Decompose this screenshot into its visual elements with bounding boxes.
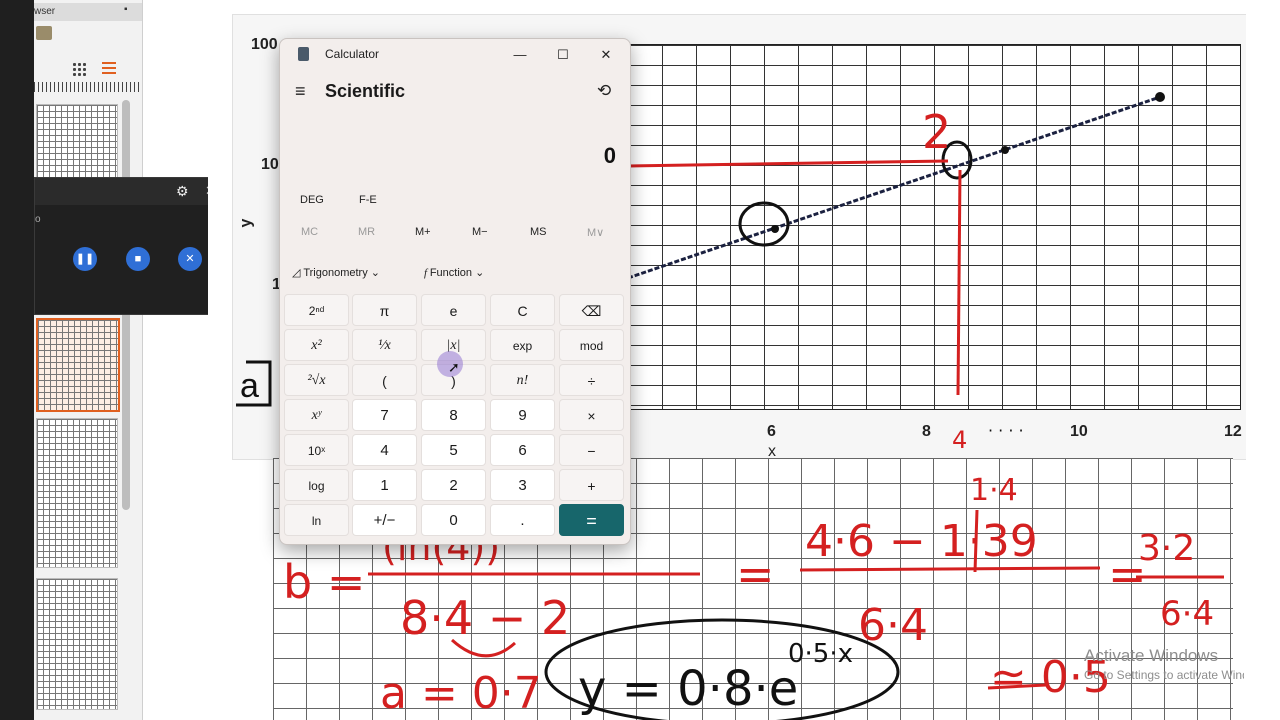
exp-key[interactable]: exp <box>490 329 555 361</box>
mark-4: 4 <box>952 426 967 454</box>
activate-windows-watermark: Activate Windows Go to Settings to activ… <box>1084 646 1244 682</box>
close-button[interactable]: ✕ <box>589 44 623 66</box>
memory-subtract-button[interactable]: M− <box>472 226 488 238</box>
second-function-key[interactable]: 2ⁿᵈ <box>284 294 349 326</box>
top-note: 1·4 <box>970 473 1018 508</box>
digit-0-key[interactable]: 0 <box>421 504 486 536</box>
history-icon[interactable]: ⟲ <box>597 81 611 101</box>
mouse-pointer-icon: ➚ <box>448 359 460 375</box>
fe-button[interactable]: F-E <box>359 194 377 206</box>
data-point-1 <box>771 225 779 233</box>
digit-4-key[interactable]: 4 <box>352 434 417 466</box>
clear-key[interactable]: C <box>490 294 555 326</box>
chevron-down-icon: ⌄ <box>370 267 380 279</box>
annotations-layer: a (ln(4)) 2 4 · · · · b = 8·4 − 2 = 4·6 … <box>236 92 1224 720</box>
fraction-bar-2 <box>799 566 1101 572</box>
function-label: Function <box>429 267 473 279</box>
backspace-key[interactable]: ⌫ <box>559 294 624 326</box>
subtract-key[interactable]: − <box>559 434 624 466</box>
digit-2-key[interactable]: 2 <box>421 469 486 501</box>
red-horizontal-guide <box>627 159 949 168</box>
mark-dots: · · · · <box>988 421 1024 440</box>
power-key[interactable]: xʸ <box>284 399 349 431</box>
b-label: b = <box>283 555 365 609</box>
denominator-2: 6·4 <box>858 600 928 651</box>
minimize-button[interactable]: — <box>503 44 537 66</box>
memory-recall-button[interactable]: MR <box>358 226 375 238</box>
denominator-3: 6·4 <box>1160 594 1214 634</box>
pi-key[interactable]: π <box>352 294 417 326</box>
ten-power-key[interactable]: 10ˣ <box>284 434 349 466</box>
chevron-down-icon: ⌄ <box>475 267 485 279</box>
square-key[interactable]: x² <box>284 329 349 361</box>
digit-7-key[interactable]: 7 <box>352 399 417 431</box>
red-vertical-guide <box>956 169 962 396</box>
angle-unit-button[interactable]: DEG <box>300 194 324 206</box>
memory-list-button[interactable]: M∨ <box>587 226 604 239</box>
menu-icon[interactable]: ≡ <box>295 81 306 102</box>
add-key[interactable]: + <box>559 469 624 501</box>
digit-3-key[interactable]: 3 <box>490 469 555 501</box>
trigonometry-dropdown[interactable]: ◿ Trigonometry ⌄ <box>292 266 380 279</box>
trigonometry-label: Trigonometry <box>303 267 368 279</box>
numerator-2: 4·6 − 1·39 <box>805 516 1038 567</box>
digit-8-key[interactable]: 8 <box>421 399 486 431</box>
digit-1-key[interactable]: 1 <box>352 469 417 501</box>
equals-sign-1: = <box>736 547 775 601</box>
window-title: Calculator <box>325 47 380 61</box>
e-key[interactable]: e <box>421 294 486 326</box>
negate-key[interactable]: +/− <box>352 504 417 536</box>
exponent: 0·5·x <box>788 639 853 669</box>
data-point-3 <box>1155 92 1165 102</box>
data-point-2 <box>1001 146 1009 154</box>
result-display: 0 <box>603 143 616 168</box>
open-paren-key[interactable]: ( <box>352 364 417 396</box>
function-dropdown[interactable]: f Function ⌄ <box>424 266 484 279</box>
calculator-window: Calculator — ☐ ✕ ≡ Scientific ⟲ 0 DEG F-… <box>279 38 631 545</box>
denominator-1: 8·4 − 2 <box>400 591 570 645</box>
square-root-key[interactable]: ²√x <box>284 364 349 396</box>
maximize-button[interactable]: ☐ <box>546 44 580 66</box>
equation: y = 0·8·e <box>578 661 798 717</box>
numerator-3: 3·2 <box>1138 528 1195 569</box>
digit-5-key[interactable]: 5 <box>421 434 486 466</box>
circled-point-1 <box>738 201 790 247</box>
mark-a-left: a <box>240 367 259 405</box>
divide-key[interactable]: ÷ <box>559 364 624 396</box>
mode-title: Scientific <box>325 81 406 101</box>
memory-clear-button[interactable]: MC <box>301 226 318 238</box>
ln-key[interactable]: ln <box>284 504 349 536</box>
a-line: a = 0·7 <box>380 668 542 719</box>
triangle-icon: ◿ <box>292 267 304 279</box>
memory-store-button[interactable]: MS <box>530 226 547 238</box>
memory-add-button[interactable]: M+ <box>415 226 431 238</box>
reciprocal-key[interactable]: ¹⁄x <box>352 329 417 361</box>
digit-9-key[interactable]: 9 <box>490 399 555 431</box>
mark-2: 2 <box>922 105 951 159</box>
factorial-key[interactable]: n! <box>490 364 555 396</box>
calculator-app-icon <box>298 47 309 61</box>
digit-6-key[interactable]: 6 <box>490 434 555 466</box>
watermark-subtitle: Go to Settings to activate Windows. <box>1084 668 1244 682</box>
mod-key[interactable]: mod <box>559 329 624 361</box>
equals-key[interactable]: = <box>559 504 624 536</box>
watermark-title: Activate Windows <box>1084 646 1219 665</box>
fit-line <box>627 95 1161 280</box>
decimal-key[interactable]: . <box>490 504 555 536</box>
log-key[interactable]: log <box>284 469 349 501</box>
multiply-key[interactable]: × <box>559 399 624 431</box>
